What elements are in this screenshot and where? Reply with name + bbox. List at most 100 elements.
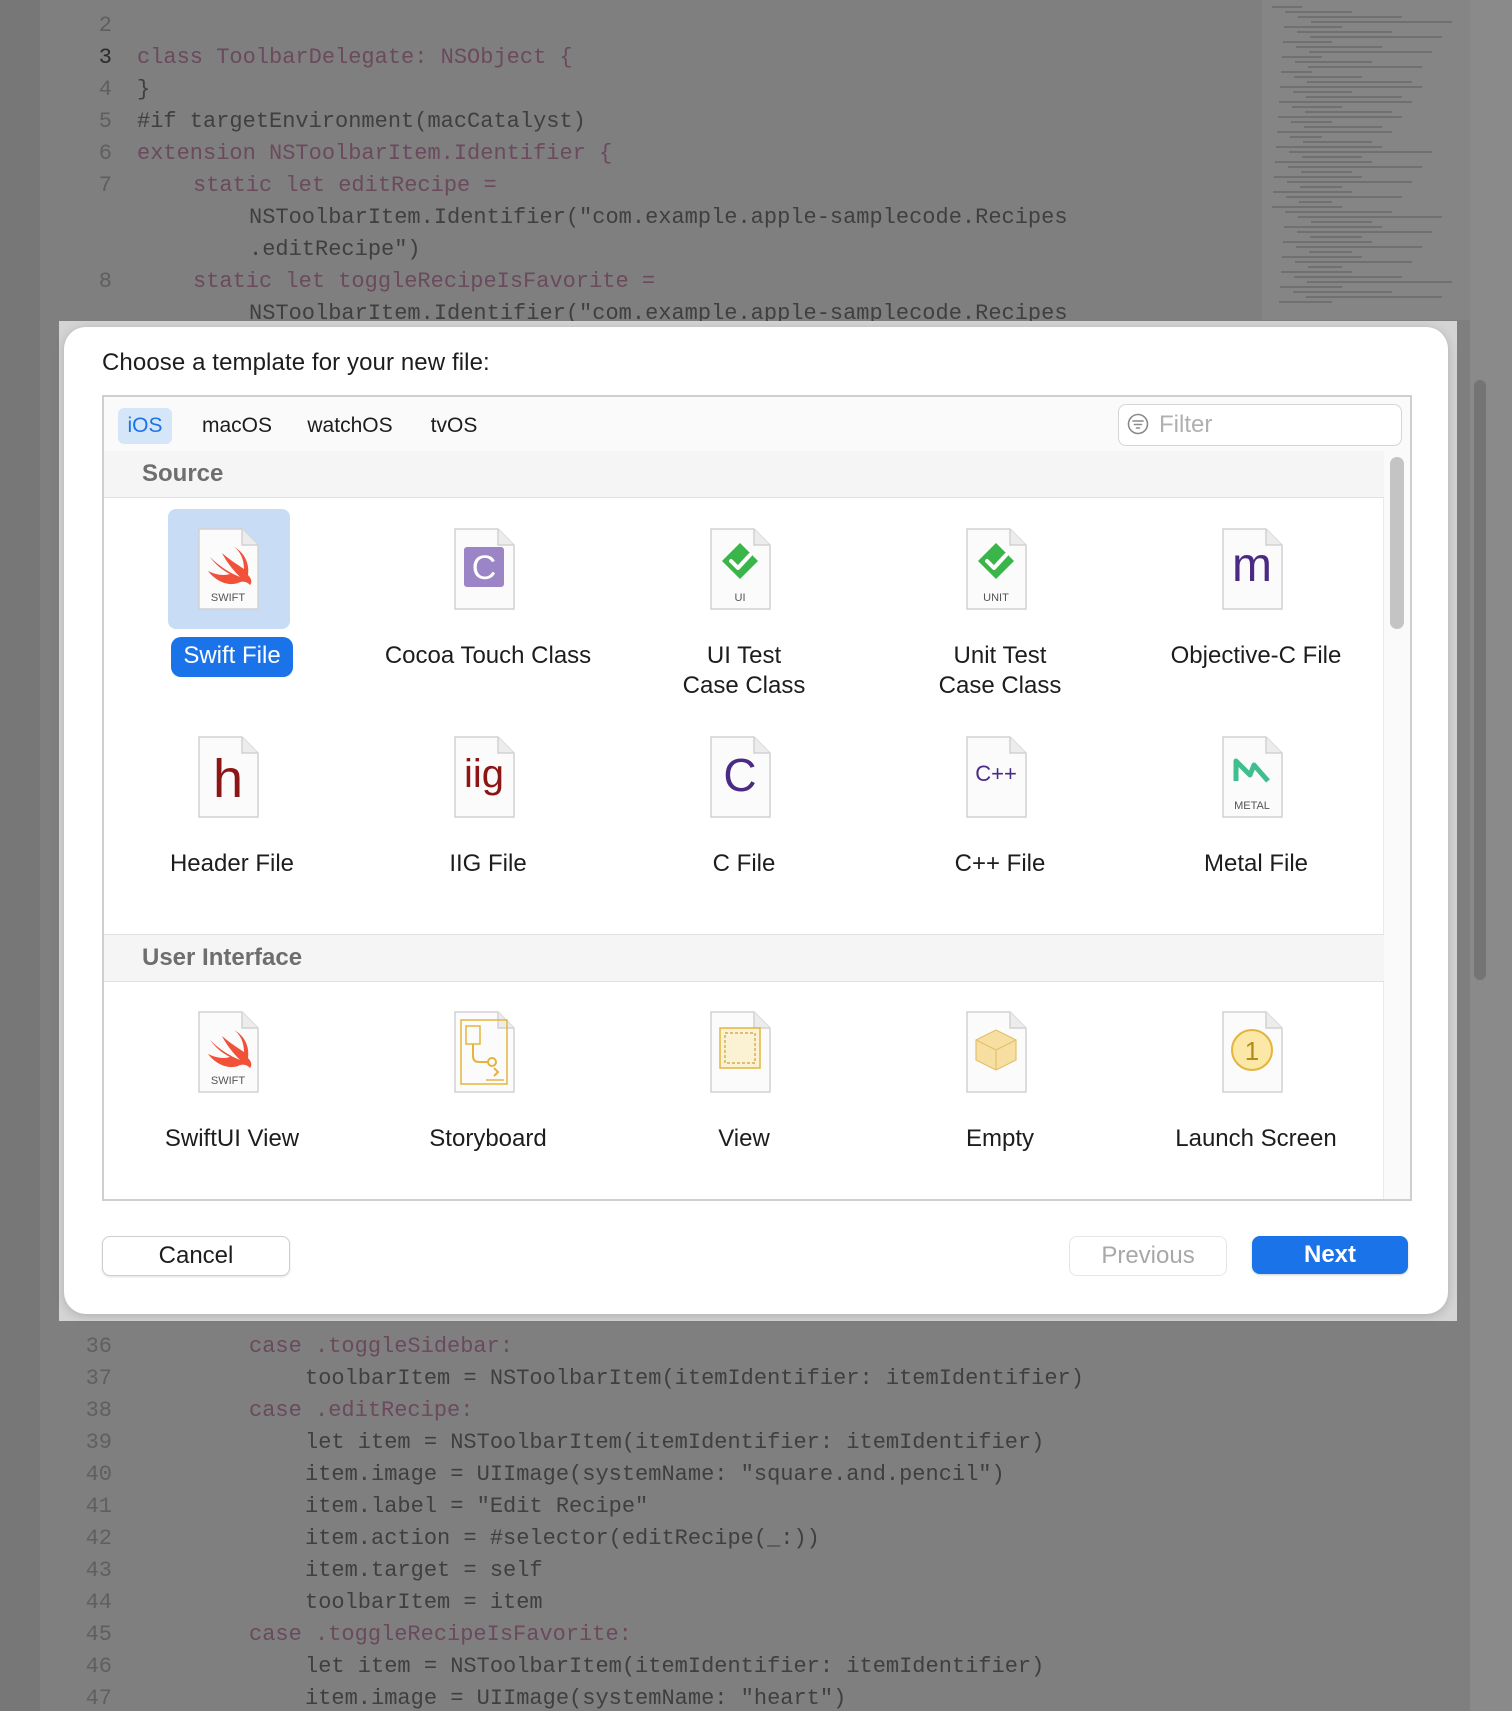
template-swift-file[interactable]: SWIFT Swift File [104,509,360,709]
template-iig-file[interactable]: iig IIG File [360,717,616,917]
minimap-line [1294,276,1402,278]
previous-button[interactable]: Previous [1069,1236,1227,1276]
minimap-line [1283,241,1372,243]
minimap-line [1297,31,1392,33]
minimap-line [1290,136,1322,138]
template-metal-file[interactable]: METAL Metal File [1128,717,1384,917]
minimap-line [1291,121,1332,123]
section-header-source: Source [104,451,1384,498]
svg-text:UNIT: UNIT [983,592,1009,604]
launch-screen-icon: 1 [1222,1011,1283,1093]
minimap-line [1288,166,1422,168]
minimap-line [1307,281,1452,283]
template-c-file[interactable]: C C File [616,717,872,917]
minimap-line [1282,256,1362,258]
new-file-template-dialog: Choose a template for your new file: iOS… [64,327,1448,1314]
objc-file-icon: m [1222,528,1283,610]
template-view[interactable]: View [616,992,872,1192]
minimap-line [1295,261,1412,263]
minimap-line [1299,201,1332,203]
tab-tvos[interactable]: tvOS [420,408,488,444]
template-empty[interactable]: Empty [872,992,1128,1192]
template-label: Cocoa Touch Class [384,642,592,669]
tab-macos[interactable]: macOS [192,408,282,444]
minimap-line [1309,51,1432,53]
minimap-line [1310,36,1442,38]
editor-scrollbar[interactable] [1470,0,1512,1711]
template-label: Launch Screen [1175,1125,1337,1152]
minimap-line [1302,156,1362,158]
template-label: Objective-C File [1170,642,1342,669]
minimap-line [1296,46,1382,48]
c-file-icon: C [710,736,771,818]
tab-watchos[interactable]: watchOS [298,408,402,444]
minimap-line [1272,206,1342,208]
template-label: IIG File [449,850,527,877]
minimap-line [1300,186,1342,188]
minimap-line [1280,86,1422,88]
storyboard-icon [454,1011,515,1093]
minimap-line [1294,76,1362,78]
template-cpp-file[interactable]: C++ C++ File [872,717,1128,917]
minimap-line [1285,211,1392,213]
tab-ios[interactable]: iOS [118,408,172,444]
minimap-line [1293,91,1352,93]
filter-field[interactable] [1118,404,1402,446]
swift-icon: SWIFT [198,528,259,610]
template-unit-test-case-class[interactable]: UNIT Unit Test Case Class [872,509,1128,709]
svg-text:METAL: METAL [1234,800,1270,812]
template-panel: iOS macOS watchOS tvOS Source [102,395,1412,1201]
template-ui-test-case-class[interactable]: UI UI Test Case Class [616,509,872,709]
section-title: User Interface [142,944,303,971]
minimap-line [1307,81,1412,83]
template-objective-c-file[interactable]: m Objective-C File [1128,509,1384,709]
minimap-line [1281,271,1352,273]
code-minimap [1262,0,1472,320]
template-swiftui-view[interactable]: SWIFT SwiftUI View [104,992,360,1192]
minimap-line [1292,106,1342,108]
minimap-line [1278,116,1402,118]
minimap-line [1293,291,1392,293]
minimap-line [1301,171,1352,173]
ui-test-icon: UI [710,528,771,610]
minimap-line [1284,226,1382,228]
svg-text:SWIFT: SWIFT [211,592,245,604]
cancel-button[interactable]: Cancel [102,1236,290,1276]
template-label: C++ File [954,850,1046,877]
minimap-line [1275,161,1372,163]
template-label: Metal File [1203,850,1309,877]
swiftui-icon: SWIFT [198,1011,259,1093]
view-icon [710,1011,771,1093]
minimap-line [1295,61,1372,63]
minimap-line [1279,101,1412,103]
section-header-user-interface: User Interface [104,934,1384,982]
filter-icon [1127,413,1149,435]
minimap-line [1285,11,1352,13]
svg-text:C: C [723,749,756,801]
template-cocoa-touch-class[interactable]: C Cocoa Touch Class [360,509,616,709]
minimap-line [1308,266,1342,268]
template-label: UI Test Case Class [682,642,806,699]
header-file-icon: h [198,736,259,818]
template-launch-screen[interactable]: 1 Launch Screen [1128,992,1384,1192]
minimap-line [1306,296,1442,298]
panel-scrollbar-thumb[interactable] [1390,457,1404,629]
unit-test-icon: UNIT [966,528,1027,610]
template-storyboard[interactable]: Storyboard [360,992,616,1192]
minimap-line [1304,126,1382,128]
minimap-line [1310,236,1362,238]
svg-text:SWIFT: SWIFT [211,1075,245,1087]
minimap-line [1305,111,1392,113]
minimap-line [1277,131,1392,133]
filter-input[interactable] [1157,409,1391,441]
svg-text:C: C [472,549,497,587]
template-label: View [718,1125,770,1152]
next-button[interactable]: Next [1252,1236,1408,1274]
template-header-file[interactable]: h Header File [104,717,360,917]
template-label: Header File [169,850,295,877]
template-label: C File [712,850,776,877]
minimap-line [1273,191,1352,193]
svg-text:C++: C++ [975,761,1017,786]
minimap-line [1279,301,1332,303]
minimap-line [1309,251,1352,253]
